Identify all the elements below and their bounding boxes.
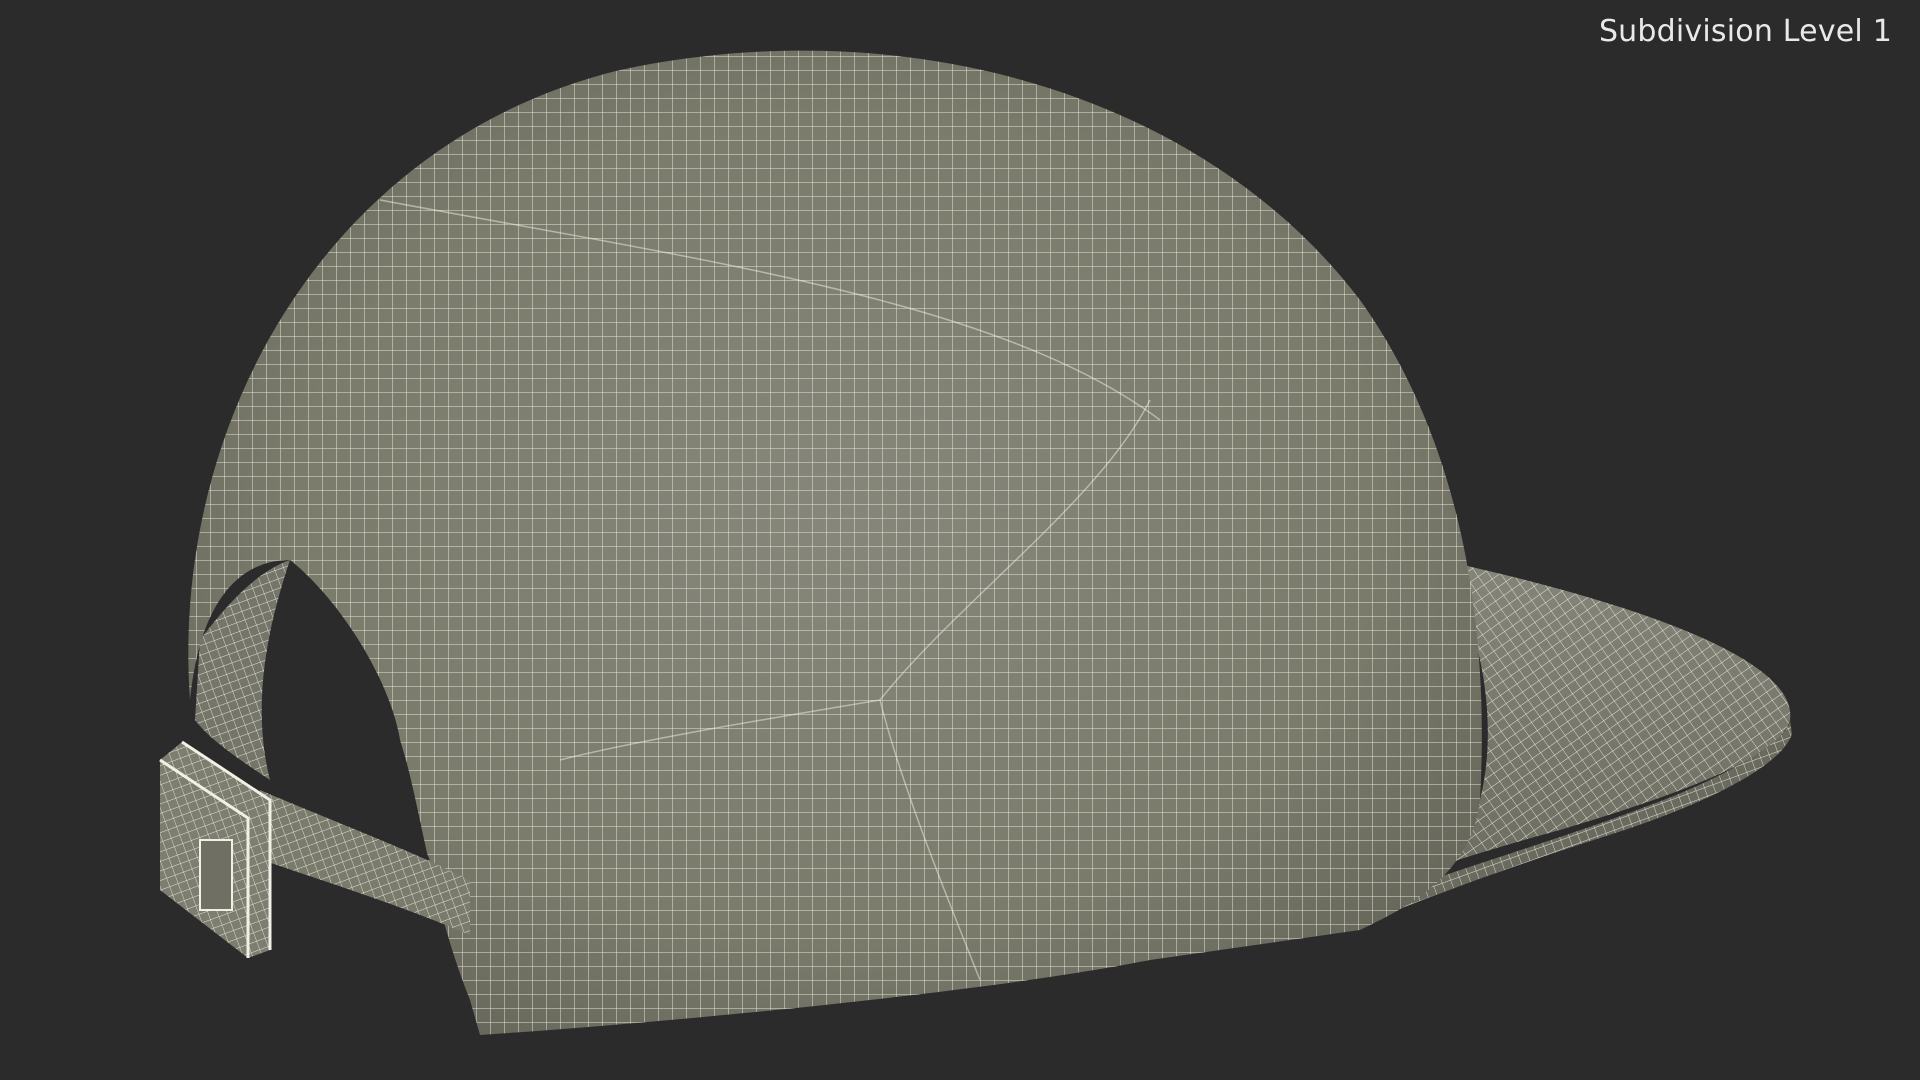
cap-wireframe-render — [159, 50, 1792, 1035]
cap-crown — [188, 50, 1482, 1035]
cap-strap-buckle — [159, 740, 272, 958]
subdivision-level-label: Subdivision Level 1 — [1598, 14, 1892, 49]
3d-viewport[interactable]: Subdivision Level 1 — [0, 0, 1920, 1080]
